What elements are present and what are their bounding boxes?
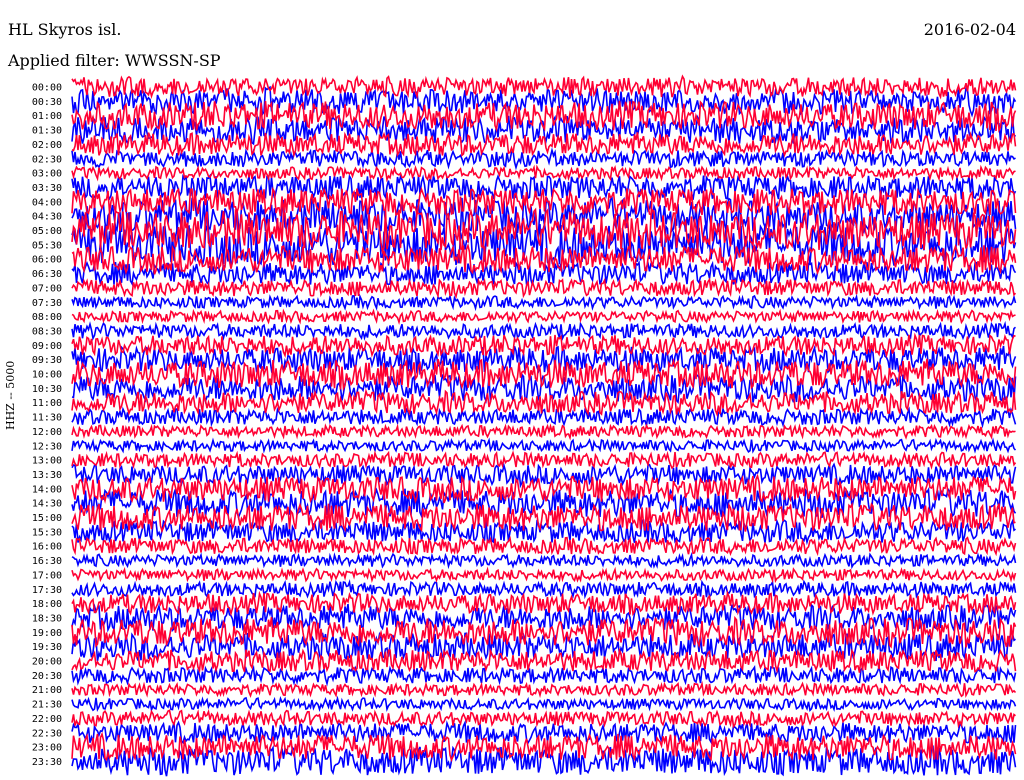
trace-1300 bbox=[71, 450, 1017, 470]
row-label: 23:30 bbox=[32, 757, 62, 768]
trace-1230 bbox=[71, 437, 1017, 455]
seismogram-plot: 00:00 00:30 01:00 01:30 02:00 02:30 03:00 03:30… bbox=[32, 74, 1017, 777]
row-label: 08:00 bbox=[32, 312, 62, 323]
row-label: 18:00 bbox=[32, 599, 62, 610]
trace-0830 bbox=[71, 320, 1016, 342]
row-label: 16:30 bbox=[32, 556, 62, 567]
row-label: 18:30 bbox=[32, 613, 62, 624]
trace-group bbox=[71, 74, 1017, 777]
row-label: 15:00 bbox=[32, 513, 62, 524]
trace-1600 bbox=[71, 535, 1017, 557]
row-label: 21:00 bbox=[32, 685, 62, 696]
row-label: 13:00 bbox=[32, 456, 62, 467]
row-label: 10:00 bbox=[32, 370, 62, 381]
trace-2300 bbox=[71, 731, 1017, 763]
row-label: 05:00 bbox=[32, 226, 62, 237]
row-label: 17:00 bbox=[32, 570, 62, 581]
row-label: 17:30 bbox=[32, 585, 62, 596]
row-label: 20:30 bbox=[32, 671, 62, 682]
row-label: 15:30 bbox=[32, 527, 62, 538]
row-label: 03:00 bbox=[32, 169, 62, 180]
row-label: 22:30 bbox=[32, 728, 62, 739]
row-label: 19:30 bbox=[32, 642, 62, 653]
trace-0100 bbox=[71, 100, 1017, 133]
trace-0300 bbox=[71, 164, 1016, 183]
trace-0730 bbox=[71, 293, 1017, 312]
trace-1700 bbox=[71, 566, 1017, 584]
trace-0800 bbox=[71, 308, 1016, 325]
row-label: 22:00 bbox=[32, 714, 62, 725]
row-label: 07:00 bbox=[32, 283, 62, 294]
row-label: 01:30 bbox=[32, 126, 62, 137]
row-label: 10:30 bbox=[32, 384, 62, 395]
row-label: 02:00 bbox=[32, 140, 62, 151]
row-label: 05:30 bbox=[32, 240, 62, 251]
row-label: 02:30 bbox=[32, 154, 62, 165]
trace-2030 bbox=[71, 664, 1017, 687]
row-label: 12:30 bbox=[32, 441, 62, 452]
row-label: 11:00 bbox=[32, 398, 62, 409]
row-label: 11:30 bbox=[32, 413, 62, 424]
row-label: 04:30 bbox=[32, 212, 62, 223]
row-label: 06:30 bbox=[32, 269, 62, 280]
row-label: 14:00 bbox=[32, 484, 62, 495]
trace-2100 bbox=[71, 680, 1017, 699]
row-label: 23:00 bbox=[32, 743, 62, 754]
row-label: 04:00 bbox=[32, 197, 62, 208]
trace-2200 bbox=[71, 709, 1016, 729]
tick-label-group: 00:00 00:30 01:00 01:30 02:00 02:30 03:00 03:30… bbox=[32, 83, 62, 768]
row-label: 00:00 bbox=[32, 83, 62, 94]
row-label: 12:00 bbox=[32, 427, 62, 438]
trace-2130 bbox=[71, 695, 1017, 713]
row-label: 21:30 bbox=[32, 700, 62, 711]
row-label: 09:30 bbox=[32, 355, 62, 366]
row-label: 07:30 bbox=[32, 298, 62, 309]
row-label: 16:00 bbox=[32, 542, 62, 553]
row-label: 09:00 bbox=[32, 341, 62, 352]
trace-1200 bbox=[71, 423, 1016, 441]
trace-1130 bbox=[71, 406, 1017, 429]
row-label: 14:30 bbox=[32, 499, 62, 510]
trace-1630 bbox=[71, 552, 1017, 570]
row-label: 20:00 bbox=[32, 657, 62, 668]
row-label: 13:30 bbox=[32, 470, 62, 481]
row-label: 03:30 bbox=[32, 183, 62, 194]
trace-0000 bbox=[71, 74, 1017, 100]
row-label: 06:00 bbox=[32, 255, 62, 266]
row-label: 19:00 bbox=[32, 628, 62, 639]
trace-0700 bbox=[71, 277, 1017, 300]
row-label: 01:00 bbox=[32, 111, 62, 122]
row-label: 08:30 bbox=[32, 326, 62, 337]
trace-2000 bbox=[71, 647, 1017, 674]
row-label: 00:30 bbox=[32, 97, 62, 108]
